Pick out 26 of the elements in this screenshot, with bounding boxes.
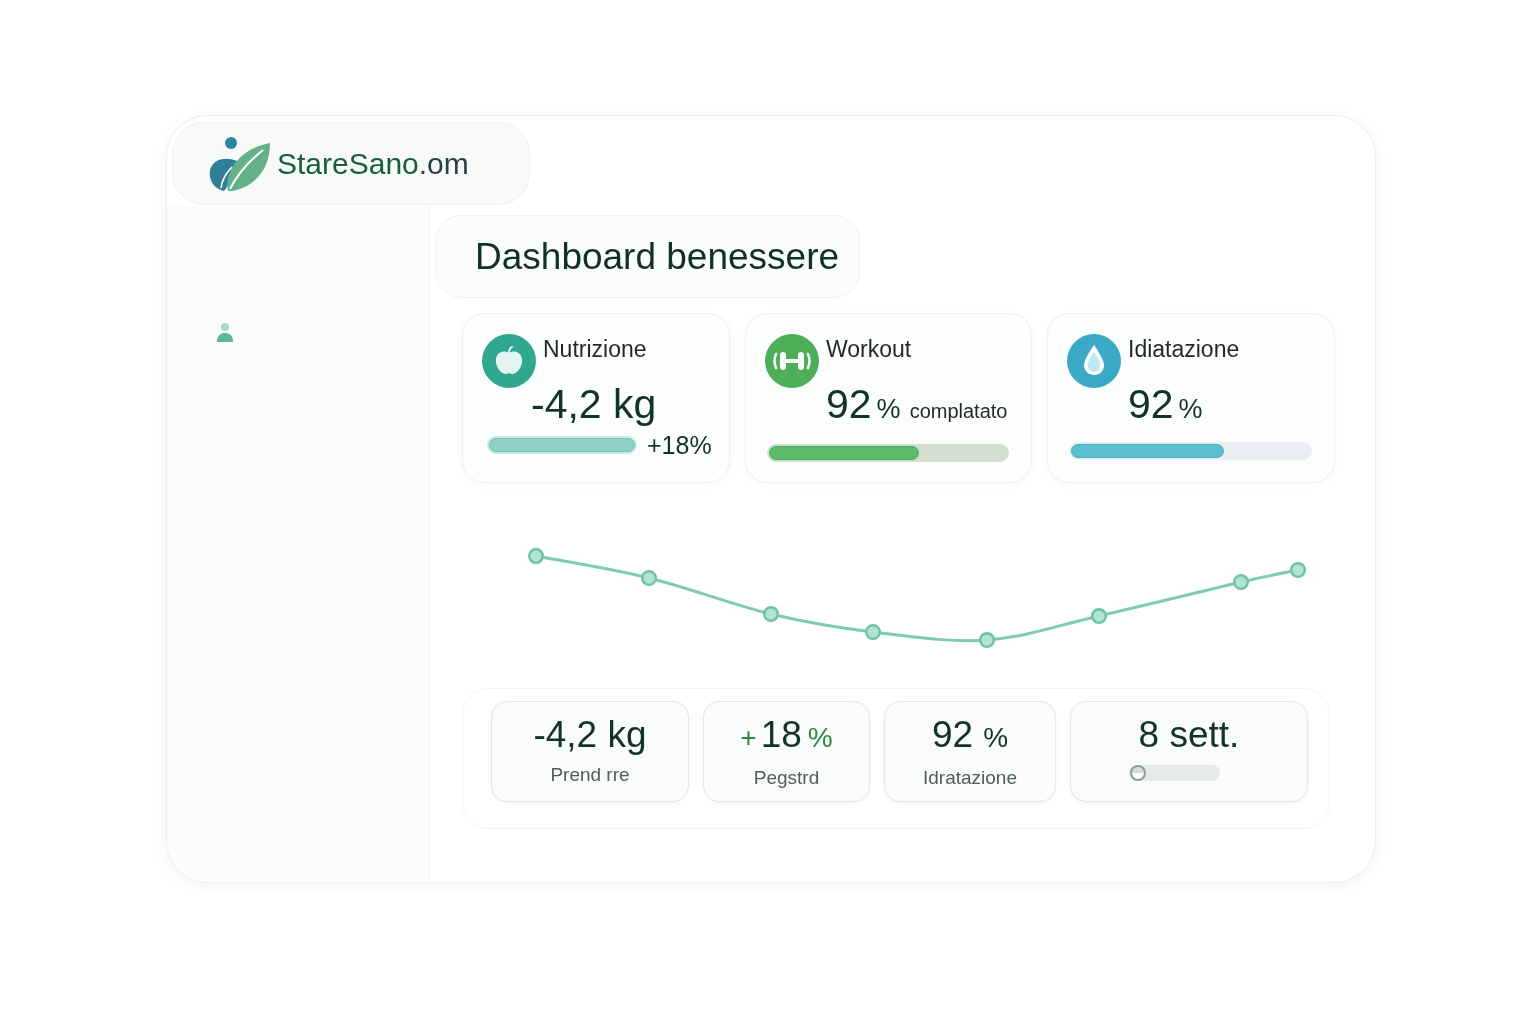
leaf-person-logo-icon (209, 135, 271, 192)
tile-label: Prend rre (550, 763, 630, 787)
brand-name: StareSano.om (277, 145, 469, 182)
slider-thumb[interactable] (1129, 765, 1146, 781)
metric-change: +18% (647, 431, 712, 459)
tile-label: Idratazione (923, 766, 1017, 790)
tile-value: 92 (931, 713, 974, 757)
person-icon (216, 322, 234, 342)
tile-unit: % (807, 721, 833, 755)
metric-label: Workout (826, 335, 912, 363)
metric-label: Nutrizione (543, 335, 647, 363)
metric-unit: % (876, 393, 901, 426)
tile-label: Pegstrd (753, 766, 820, 790)
tile-value: -4,2 kg (533, 713, 647, 757)
metric-unit: % (1178, 393, 1203, 426)
tile-unit: % (983, 721, 1009, 755)
tile-value: 18 (760, 713, 802, 757)
page-title: Dashboard benessere (475, 234, 840, 279)
slider-track[interactable] (1128, 765, 1220, 781)
metric-value: 92 (1128, 381, 1174, 427)
metric-note: complatato (909, 399, 1008, 424)
tile-sign: + (740, 721, 757, 755)
metric-value: -4,2 kg (531, 381, 657, 427)
tile-value: 8 sett. (1138, 713, 1240, 757)
metric-label: Idiatazione (1128, 335, 1240, 363)
metric-value: 92 (826, 381, 872, 427)
